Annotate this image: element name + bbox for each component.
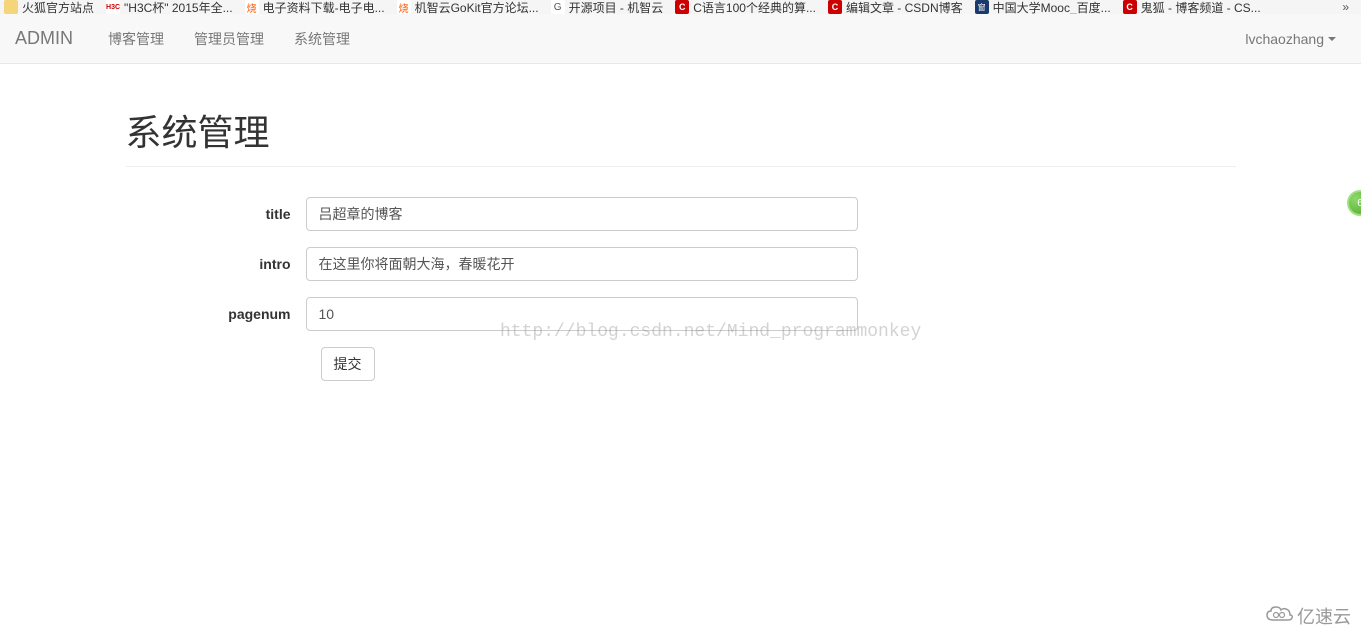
bookmark-label: 火狐官方站点 [22, 0, 94, 14]
fire-icon: 烧 [397, 0, 411, 14]
navbar: ADMIN 博客管理 管理员管理 系统管理 lvchaozhang [0, 14, 1361, 64]
label-intro: intro [126, 256, 306, 272]
bookmark-label: 电子资料下载-电子电... [263, 0, 385, 14]
bookmark-label: 机智云GoKit官方论坛... [415, 0, 539, 14]
form-group-title: title [126, 197, 1236, 231]
bookmark-label: 编辑文章 - CSDN博客 [846, 0, 963, 14]
fire-icon: 烧 [245, 0, 259, 14]
folder-icon [4, 0, 18, 14]
nav-admin-manage[interactable]: 管理员管理 [179, 29, 279, 49]
bookmark-item[interactable]: G 开源项目 - 机智云 [551, 0, 664, 14]
page-header: 系统管理 [126, 64, 1236, 167]
bookmark-label: 鬼狐 - 博客频道 - CS... [1141, 0, 1261, 14]
edge-badge[interactable]: 6 [1347, 190, 1361, 216]
csdn-icon: C [675, 0, 689, 14]
submit-button[interactable]: 提交 [321, 347, 375, 381]
label-title: title [126, 206, 306, 222]
bookmark-item[interactable]: C 编辑文章 - CSDN博客 [828, 0, 963, 14]
bookmark-item[interactable]: C C语言100个经典的算... [675, 0, 816, 14]
csdn-icon: C [1123, 0, 1137, 14]
csdn-icon: C [828, 0, 842, 14]
site-logo: 亿速云 [1265, 603, 1351, 629]
nav-blog-manage[interactable]: 博客管理 [93, 29, 179, 49]
form-group-pagenum: pagenum [126, 297, 1236, 331]
main-container: 系统管理 title intro pagenum 提交 [111, 64, 1251, 381]
chevron-down-icon [1328, 37, 1336, 41]
cloud-icon [1265, 604, 1293, 629]
label-pagenum: pagenum [126, 306, 306, 322]
bookmark-item[interactable]: 烧 机智云GoKit官方论坛... [397, 0, 539, 14]
bookmark-item[interactable]: C 鬼狐 - 博客频道 - CS... [1123, 0, 1261, 14]
h3c-icon: H3C [106, 0, 120, 14]
user-dropdown[interactable]: lvchaozhang [1245, 31, 1346, 47]
bookmark-label: 中国大学Mooc_百度... [993, 0, 1111, 14]
bookmark-item[interactable]: 窗 中国大学Mooc_百度... [975, 0, 1111, 14]
form-group-submit: 提交 [126, 347, 1236, 381]
navbar-brand[interactable]: ADMIN [15, 28, 93, 49]
bookmarks-bar: 火狐官方站点 H3C "H3C杯" 2015年全... 烧 电子资料下载-电子电… [0, 0, 1361, 14]
bookmark-label: 开源项目 - 机智云 [569, 0, 664, 14]
page-title: 系统管理 [126, 104, 1236, 156]
blue-icon: 窗 [975, 0, 989, 14]
form-group-intro: intro [126, 247, 1236, 281]
input-title[interactable] [306, 197, 858, 231]
settings-form: title intro pagenum 提交 [126, 187, 1236, 381]
bookmark-label: "H3C杯" 2015年全... [124, 0, 233, 14]
gear-icon: G [551, 0, 565, 14]
bookmark-item[interactable]: 火狐官方站点 [4, 0, 94, 14]
nav-system-manage[interactable]: 系统管理 [279, 29, 365, 49]
input-intro[interactable] [306, 247, 858, 281]
bookmark-item[interactable]: H3C "H3C杯" 2015年全... [106, 0, 233, 14]
input-pagenum[interactable] [306, 297, 858, 331]
bookmarks-more[interactable]: » [1342, 0, 1357, 14]
bookmark-label: C语言100个经典的算... [693, 0, 816, 14]
bookmark-item[interactable]: 烧 电子资料下载-电子电... [245, 0, 385, 14]
site-logo-text: 亿速云 [1297, 603, 1351, 629]
user-name: lvchaozhang [1245, 31, 1324, 47]
